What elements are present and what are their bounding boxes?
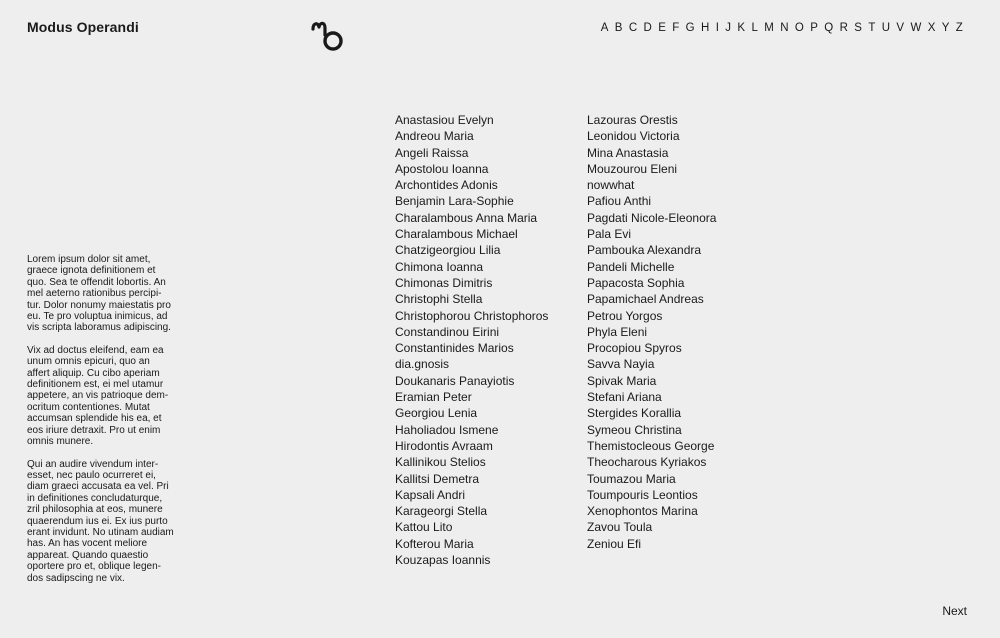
alphabet-letter-i[interactable]: I (713, 22, 723, 34)
name-link[interactable]: Christophorou Christophoros (395, 308, 548, 324)
name-link[interactable]: Stefani Ariana (587, 389, 716, 405)
name-link[interactable]: Pafiou Anthi (587, 193, 716, 209)
alphabet-letter-h[interactable]: H (698, 22, 713, 34)
name-link[interactable]: Toumpouris Leontios (587, 487, 716, 503)
name-link[interactable]: Apostolou Ioanna (395, 161, 548, 177)
alphabet-letter-n[interactable]: N (777, 22, 792, 34)
alphabet-letter-f[interactable]: F (669, 22, 682, 34)
intro-paragraph: Lorem ipsum dolor sit amet, graece ignot… (27, 254, 171, 334)
name-link[interactable]: Georgiou Lenia (395, 405, 548, 421)
name-link[interactable]: Zeniou Efi (587, 536, 716, 552)
alphabet-letter-w[interactable]: W (907, 22, 924, 34)
alphabet-letter-y[interactable]: Y (939, 22, 953, 34)
intro-paragraph: Vix ad doctus eleifend, eam ea unum omni… (27, 344, 169, 448)
name-link[interactable]: Kouzapas Ioannis (395, 552, 548, 568)
name-link[interactable]: Phyla Eleni (587, 324, 716, 340)
alphabet-letter-m[interactable]: M (761, 22, 777, 34)
name-link[interactable]: Papacosta Sophia (587, 275, 716, 291)
name-link[interactable]: Lazouras Orestis (587, 112, 716, 128)
name-link[interactable]: Christophi Stella (395, 291, 548, 307)
name-link[interactable]: Eramian Peter (395, 389, 548, 405)
name-link[interactable]: Haholiadou Ismene (395, 422, 548, 438)
name-link[interactable]: Papamichael Andreas (587, 291, 716, 307)
alphabet-letter-z[interactable]: Z (953, 22, 966, 34)
intro-paragraph: Qui an audire vivendum inter- esset, nec… (27, 458, 174, 584)
name-link[interactable]: Procopiou Spyros (587, 340, 716, 356)
name-link[interactable]: Themistocleous George (587, 438, 716, 454)
alphabet-letter-v[interactable]: V (893, 22, 907, 34)
name-link[interactable]: Chimona Ioanna (395, 259, 548, 275)
alphabet-letter-x[interactable]: X (925, 22, 939, 34)
site-title[interactable]: Modus Operandi (27, 19, 139, 35)
alphabet-letter-o[interactable]: O (792, 22, 807, 34)
alphabet-letter-s[interactable]: S (851, 22, 865, 34)
name-link[interactable]: Savva Nayia (587, 356, 716, 372)
name-link[interactable]: Karageorgi Stella (395, 503, 548, 519)
name-link[interactable]: Pala Evi (587, 226, 716, 242)
alphabet-index: ABCDEFGHIJKLMNOPQRSTUVWXYZ (598, 22, 966, 34)
alphabet-letter-a[interactable]: A (598, 22, 612, 34)
name-link[interactable]: Pandeli Michelle (587, 259, 716, 275)
alphabet-letter-j[interactable]: J (722, 22, 734, 34)
name-link[interactable]: Andreou Maria (395, 128, 548, 144)
mo-monogram-icon[interactable] (309, 19, 345, 53)
name-link[interactable]: Pagdati Nicole-Eleonora (587, 210, 716, 226)
name-link[interactable]: nowwhat (587, 177, 716, 193)
alphabet-letter-q[interactable]: Q (821, 22, 836, 34)
names-column-1: Anastasiou Evelyn Andreou Maria Angeli Rai… (395, 112, 548, 568)
alphabet-letter-k[interactable]: K (734, 22, 748, 34)
name-link[interactable]: Benjamin Lara-Sophie (395, 193, 548, 209)
name-link[interactable]: Kofterou Maria (395, 536, 548, 552)
alphabet-letter-l[interactable]: L (748, 22, 761, 34)
alphabet-letter-c[interactable]: C (626, 22, 641, 34)
name-link[interactable]: Stergides Korallia (587, 405, 716, 421)
alphabet-letter-b[interactable]: B (612, 22, 626, 34)
alphabet-letter-d[interactable]: D (640, 22, 655, 34)
name-link[interactable]: Chimonas Dimitris (395, 275, 548, 291)
name-link[interactable]: Pambouka Alexandra (587, 242, 716, 258)
name-link[interactable]: Theocharous Kyriakos (587, 454, 716, 470)
name-link[interactable]: Anastasiou Evelyn (395, 112, 548, 128)
name-link[interactable]: Petrou Yorgos (587, 308, 716, 324)
alphabet-letter-g[interactable]: G (682, 22, 697, 34)
alphabet-letter-u[interactable]: U (879, 22, 894, 34)
name-link[interactable]: dia.gnosis (395, 356, 548, 372)
name-link[interactable]: Kallinikou Stelios (395, 454, 548, 470)
name-link[interactable]: Symeou Christina (587, 422, 716, 438)
name-link[interactable]: Hirodontis Avraam (395, 438, 548, 454)
name-link[interactable]: Leonidou Victoria (587, 128, 716, 144)
name-link[interactable]: Constantinides Marios (395, 340, 548, 356)
name-link[interactable]: Constandinou Eirini (395, 324, 548, 340)
name-link[interactable]: Chatzigeorgiou Lilia (395, 242, 548, 258)
name-link[interactable]: Spivak Maria (587, 373, 716, 389)
name-link[interactable]: Xenophontos Marina (587, 503, 716, 519)
name-link[interactable]: Kapsali Andri (395, 487, 548, 503)
names-column-2: Lazouras Orestis Leonidou Victoria Mina An… (587, 112, 716, 552)
name-link[interactable]: Charalambous Michael (395, 226, 548, 242)
alphabet-letter-p[interactable]: P (807, 22, 821, 34)
next-link[interactable]: Next (942, 604, 967, 618)
alphabet-letter-e[interactable]: E (655, 22, 669, 34)
intro-text: Lorem ipsum dolor sit amet, graece ignot… (27, 254, 199, 595)
name-link[interactable]: Angeli Raissa (395, 145, 548, 161)
name-link[interactable]: Doukanaris Panayiotis (395, 373, 548, 389)
name-link[interactable]: Kallitsi Demetra (395, 471, 548, 487)
name-link[interactable]: Kattou Lito (395, 519, 548, 535)
alphabet-letter-r[interactable]: R (836, 22, 851, 34)
name-link[interactable]: Mina Anastasia (587, 145, 716, 161)
name-link[interactable]: Archontides Adonis (395, 177, 548, 193)
name-link[interactable]: Toumazou Maria (587, 471, 716, 487)
name-link[interactable]: Charalambous Anna Maria (395, 210, 548, 226)
name-link[interactable]: Zavou Toula (587, 519, 716, 535)
name-link[interactable]: Mouzourou Eleni (587, 161, 716, 177)
alphabet-letter-t[interactable]: T (865, 22, 878, 34)
